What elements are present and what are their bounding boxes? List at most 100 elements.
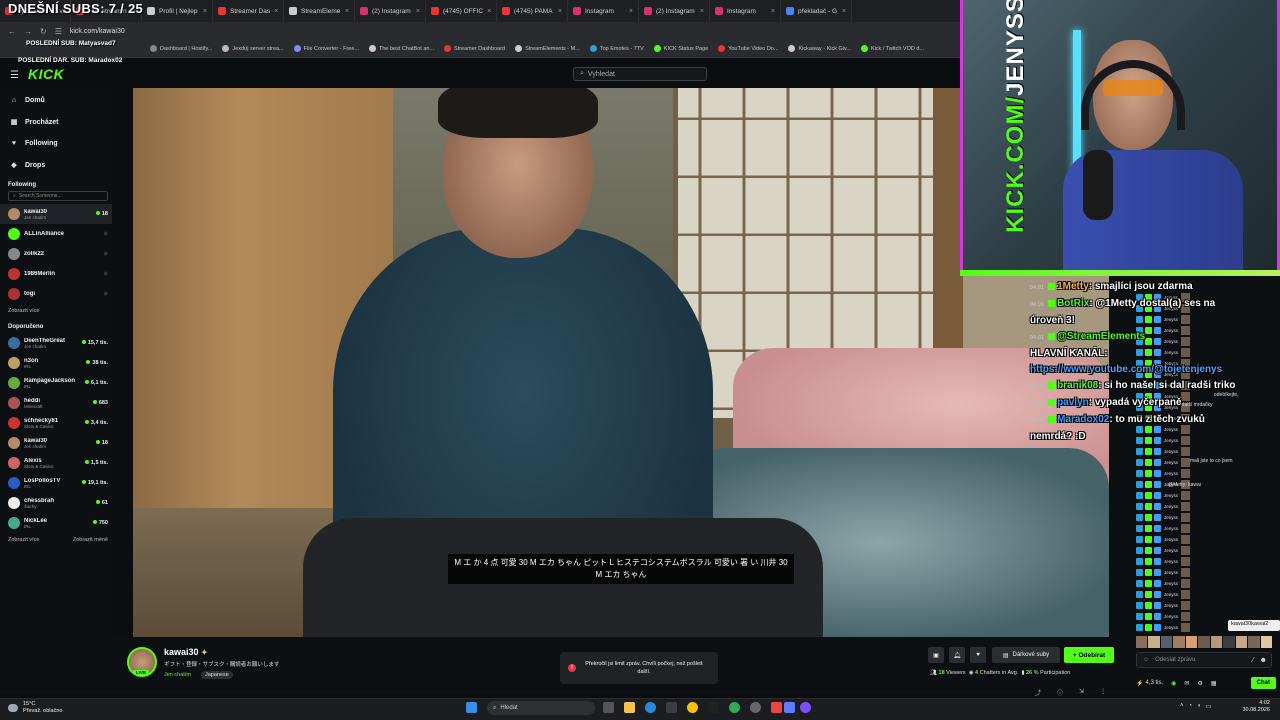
back-icon[interactable]: ← <box>8 27 16 36</box>
chat-user-row[interactable]: Jenyss <box>1136 545 1206 556</box>
sidebar-channel-row[interactable]: LosPollosTV IRL 19,1 tis. <box>0 473 112 493</box>
browser-tab[interactable]: Profil | Nejlep × <box>142 0 213 22</box>
browser-tab[interactable]: StreamEleme × <box>284 0 355 22</box>
sidebar-channel-row[interactable]: RampageJackson IRL 6,1 tis. <box>0 373 112 393</box>
chevron-up-icon[interactable]: ˄ <box>1180 703 1184 710</box>
chat-username[interactable]: pavlyn <box>1057 397 1089 408</box>
chat-username[interactable]: BotRix <box>1057 298 1089 309</box>
forward-icon[interactable]: → <box>24 27 32 36</box>
chat-text[interactable]: https://www.youtube.com/@tojetenjenys <box>1030 364 1222 375</box>
close-icon[interactable]: × <box>558 8 562 15</box>
info-icon[interactable]: ⓘ <box>1057 688 1063 697</box>
bookmark-item[interactable]: Kick / Twitch VOD d... <box>860 45 924 52</box>
file-explorer-icon[interactable] <box>624 702 635 713</box>
avatar[interactable] <box>1260 636 1272 648</box>
close-icon[interactable]: × <box>487 8 491 15</box>
sidebar-channel-row[interactable]: n3on IRL 38 tis. <box>0 353 112 373</box>
browser-tab[interactable]: překladač - G × <box>781 0 852 22</box>
discord-icon[interactable] <box>800 702 811 713</box>
notify-button[interactable]: 🔔︎ <box>949 647 965 663</box>
chat-user-row[interactable]: Jenyss <box>1136 490 1206 501</box>
share-icon[interactable]: ⤴ <box>1035 688 1041 697</box>
bookmark-item[interactable]: YouTube Video Do... <box>718 45 778 52</box>
bookmark-item[interactable]: KICK Status Page <box>653 45 708 52</box>
sidebar-channel-row[interactable]: heddi Minecraft 683 <box>0 393 112 413</box>
sidebar-channel-row[interactable]: togi ⊘ <box>0 284 112 304</box>
sidebar-channel-row[interactable]: Alexis Slots & Casino 1,5 tis. <box>0 453 112 473</box>
sidebar-channel-row[interactable]: zolik22 ⊘ <box>0 244 112 264</box>
sidebar-nav-item[interactable]: ▦ Procházet <box>0 112 112 134</box>
browser-tab[interactable]: (4745) PAMA × <box>497 0 568 22</box>
clock[interactable]: 4:02 30.08.2026 <box>1240 700 1270 714</box>
volume-icon[interactable]: ◖ <box>1197 703 1201 710</box>
clip-button[interactable]: ▣ <box>928 647 944 663</box>
sidebar-channel-row[interactable]: kawai30 Jen chatím 18 <box>0 433 112 453</box>
stream-category[interactable]: Jen chatím <box>164 672 191 678</box>
theater-icon[interactable]: ⇲ <box>1079 688 1084 697</box>
kick-logo[interactable]: KICK <box>28 66 64 82</box>
browser-tab[interactable]: Streamer Das × <box>213 0 284 22</box>
close-icon[interactable]: × <box>842 8 846 15</box>
avatar[interactable] <box>1136 636 1148 648</box>
shield-icon[interactable]: ◉ <box>1171 680 1176 687</box>
settings-icon[interactable]: ⚙ <box>1197 680 1202 687</box>
stream-tag[interactable]: Japanese <box>201 671 233 679</box>
grid-icon[interactable]: ▦ <box>1211 680 1217 687</box>
avatar[interactable] <box>1248 636 1260 648</box>
store-icon[interactable] <box>666 702 677 713</box>
chat-user-row[interactable]: Jenyss <box>1136 501 1206 512</box>
emote-icon[interactable]: ☺ <box>1143 657 1149 663</box>
avatar[interactable] <box>1223 636 1235 648</box>
windows-start-icon[interactable] <box>466 702 477 713</box>
avatar[interactable] <box>1160 636 1173 648</box>
avatar[interactable] <box>1210 636 1223 648</box>
notes-icon[interactable] <box>784 702 795 713</box>
channel-name-text[interactable]: kawai30 <box>164 647 199 657</box>
show-more-label[interactable]: Zobrazit více <box>8 308 39 314</box>
browser-tab[interactable]: (4745) OFFIC × <box>426 0 497 22</box>
chat-user-row[interactable]: Jenyss <box>1136 589 1206 600</box>
avatar[interactable] <box>1173 636 1185 648</box>
chat-bubble-icon[interactable]: ✉ <box>1184 680 1189 687</box>
browser-tab[interactable]: (2) Instagram × <box>639 0 710 22</box>
url-text[interactable]: kick.com/kawai30 <box>70 28 125 35</box>
chat-user-row[interactable]: Jenyss <box>1136 578 1206 589</box>
app-icon[interactable] <box>771 702 782 713</box>
site-info-icon[interactable]: ☰ <box>55 27 62 36</box>
chat-user-row[interactable]: Jenyss <box>1136 523 1206 534</box>
bookmark-item[interactable]: File Converter - Free... <box>293 45 359 52</box>
close-icon[interactable]: × <box>416 8 420 15</box>
chrome-profile-icon[interactable] <box>729 702 740 713</box>
search-input[interactable]: ⌕ Vyhledat <box>573 67 707 81</box>
chat-input[interactable]: ☺ Odeslat zprávu ⁄ ☻ <box>1136 652 1272 668</box>
task-view-icon[interactable] <box>603 702 614 713</box>
browser-tab[interactable]: Instagram × <box>568 0 639 22</box>
avatar[interactable] <box>1148 636 1160 648</box>
sidebar-channel-row[interactable]: ALLinAlliance ⊘ <box>0 224 112 244</box>
bookmark-item[interactable]: Top Emotes - 7TV <box>589 45 644 52</box>
chat-user-row[interactable]: Jenyss <box>1136 622 1206 633</box>
chat-username[interactable]: @StreamElements <box>1057 331 1145 342</box>
smile-icon[interactable]: ☻ <box>1260 657 1267 664</box>
close-icon[interactable]: × <box>700 8 704 15</box>
close-icon[interactable]: × <box>771 8 775 15</box>
sidebar-nav-item[interactable]: ⌂ Domů <box>0 90 112 112</box>
bookmark-item[interactable]: Kickaway - Kick Giv... <box>788 45 851 52</box>
sidebar-channel-row[interactable]: chessbrah Šachy 61 <box>0 493 112 513</box>
sidebar-channel-row[interactable]: 1986Merlin ⊘ <box>0 264 112 284</box>
obs-icon[interactable] <box>750 702 761 713</box>
chat-user-row[interactable]: Jenyss <box>1136 611 1206 622</box>
close-icon[interactable]: × <box>345 8 349 15</box>
bookmark-item[interactable]: Jexdu| server strea... <box>222 45 284 52</box>
reload-icon[interactable]: ↻ <box>40 27 47 36</box>
channel-name[interactable]: kawai30 ✦ <box>164 647 208 657</box>
edge-icon[interactable] <box>645 702 656 713</box>
taskbar-search[interactable]: ⌕ Hledat <box>487 701 595 715</box>
more-icon[interactable]: ⋮ <box>1100 688 1106 697</box>
bookmark-item[interactable]: Dashboard | Hostify... <box>150 45 212 52</box>
sidebar-channel-row[interactable]: DeenTheGreat Jen chatím 15,7 tis. <box>0 333 112 353</box>
avatar[interactable] <box>1198 636 1210 648</box>
chat-user-row[interactable]: Jenyss <box>1136 600 1206 611</box>
show-more-following[interactable]: Zobrazit více <box>0 308 112 314</box>
terminal-icon[interactable] <box>708 702 719 713</box>
